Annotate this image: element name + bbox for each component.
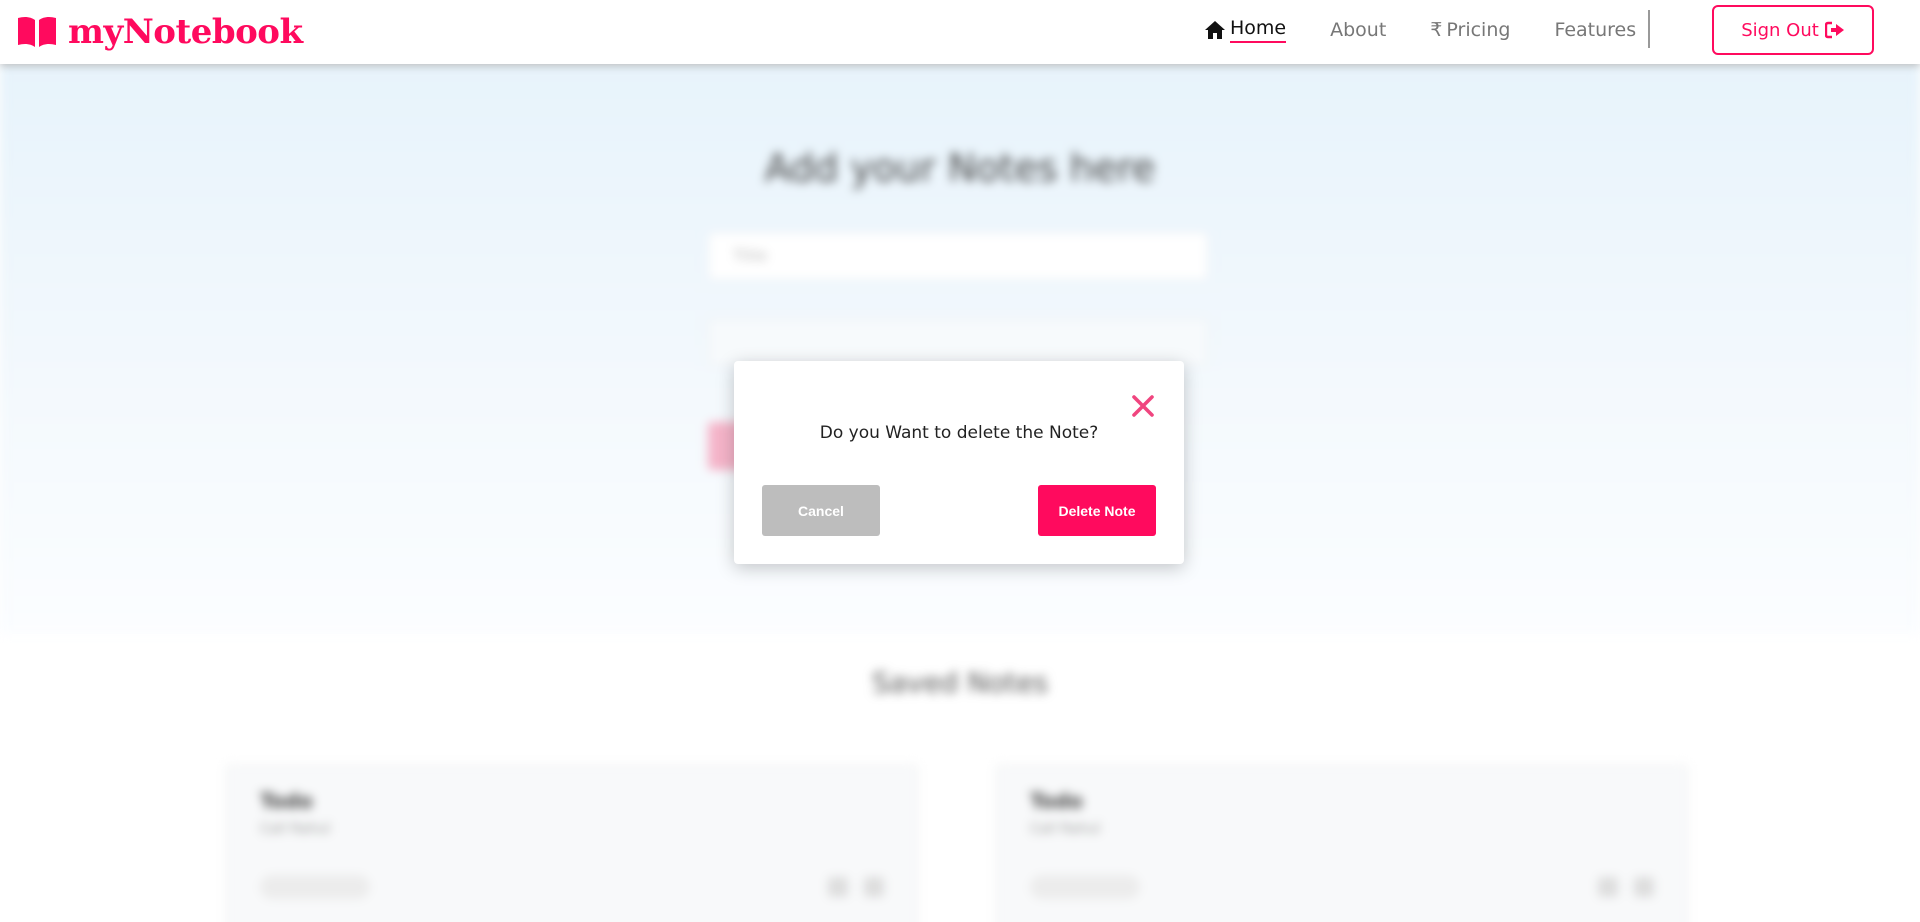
nav-divider xyxy=(1648,10,1650,48)
nav-about-label: About xyxy=(1330,19,1387,41)
nav-item-features[interactable]: Features xyxy=(1554,19,1636,41)
note-card-tag xyxy=(1030,875,1140,899)
sign-out-button[interactable]: Sign Out xyxy=(1712,5,1874,55)
note-card-title: Todo xyxy=(260,789,313,813)
nav-item-pricing[interactable]: ₹ Pricing xyxy=(1430,19,1510,41)
brand[interactable]: myNotebook xyxy=(16,8,303,56)
book-icon xyxy=(18,16,56,47)
edit-icon xyxy=(1598,877,1618,897)
sign-out-icon xyxy=(1824,21,1844,39)
cancel-button[interactable]: Cancel xyxy=(762,485,880,536)
rupee-icon: ₹ xyxy=(1430,19,1443,41)
note-card-description: Call Rahul xyxy=(1030,821,1101,837)
note-card-title: Todo xyxy=(1030,789,1083,813)
delete-note-button[interactable]: Delete Note xyxy=(1038,485,1156,536)
nav-home-label: Home xyxy=(1230,17,1287,43)
nav-links: Home About ₹ Pricing Features xyxy=(1204,0,1680,60)
saved-notes-heading: Saved Notes xyxy=(871,666,1049,699)
note-card: Todo Call Rahul xyxy=(225,764,919,922)
nav-features-label: Features xyxy=(1554,19,1637,41)
sign-out-label: Sign Out xyxy=(1741,19,1819,41)
note-title-input: Title xyxy=(708,232,1208,280)
trash-icon xyxy=(864,877,884,897)
modal-close-button[interactable] xyxy=(1128,391,1158,421)
delete-note-modal: Do you Want to delete the Note? Cancel D… xyxy=(734,361,1184,564)
add-note-heading: Add your Notes here xyxy=(764,146,1156,190)
close-icon xyxy=(1132,395,1154,417)
edit-icon xyxy=(828,877,848,897)
note-card-description: Call Rahul xyxy=(260,821,331,837)
note-card-tag xyxy=(260,875,370,899)
nav-pricing-label: Pricing xyxy=(1446,19,1511,41)
note-title-placeholder: Title xyxy=(733,246,768,265)
home-icon xyxy=(1205,21,1225,39)
modal-message: Do you Want to delete the Note? xyxy=(819,423,1099,443)
note-description-input xyxy=(708,318,1208,366)
brand-name: myNotebook xyxy=(68,12,303,52)
nav-item-about[interactable]: About xyxy=(1330,19,1386,41)
note-card: Todo Call Rahul xyxy=(995,764,1689,922)
navbar: myNotebook Home About ₹ Pricing Features… xyxy=(0,0,1920,64)
trash-icon xyxy=(1634,877,1654,897)
nav-item-home[interactable]: Home xyxy=(1204,17,1287,43)
